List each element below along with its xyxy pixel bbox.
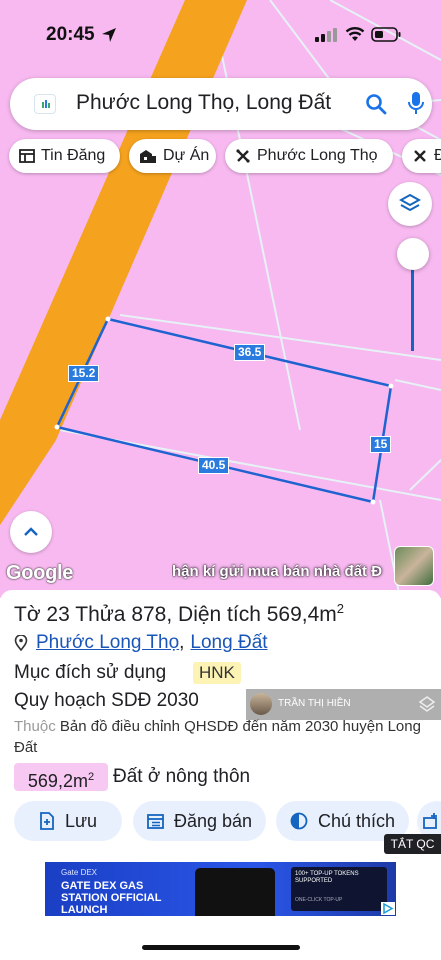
home-indicator: [142, 945, 300, 950]
thumbnail-photo[interactable]: [394, 546, 434, 586]
area-type-label: Đất ở nông thôn: [113, 766, 251, 787]
listing-icon: [19, 149, 35, 163]
add-note-icon: [40, 812, 54, 830]
commune-link[interactable]: Phước Long Thọ: [36, 632, 179, 654]
search-bar[interactable]: Phước Long Thọ, Long Đất: [10, 78, 432, 130]
search-icon[interactable]: [364, 92, 388, 116]
dimension-top-label: 36.5: [234, 344, 266, 361]
buildings-icon: [140, 150, 156, 163]
location-arrow-icon: [102, 28, 116, 42]
save-button[interactable]: Lưu: [14, 801, 122, 841]
close-x-icon[interactable]: [235, 148, 251, 164]
plan-source-text: Thuộc Bản đồ điều chỉnh QHSDĐ đến năm 20…: [14, 718, 421, 756]
map-view[interactable]: 36.5 15.2 15 40.5 20:45 Phước Long Thọ, …: [0, 0, 441, 598]
chip-partial[interactable]: Đ: [402, 139, 441, 173]
ad-phone-image: [195, 868, 275, 916]
area-value-badge: 569,2m2: [14, 763, 108, 791]
map-ticker-text: hận kí gửi mua bán nhà đất Đ: [172, 563, 383, 580]
chip-tin-dang[interactable]: Tin Đăng: [9, 139, 120, 173]
post-sale-button[interactable]: Đăng bán: [133, 801, 266, 841]
chip-label: Dự Án: [163, 147, 210, 164]
google-logo: Google: [6, 562, 74, 584]
post-sale-button-label: Đăng bán: [173, 810, 253, 831]
close-x-icon[interactable]: [412, 148, 428, 164]
search-query-text[interactable]: Phước Long Thọ, Long Đất: [76, 91, 358, 115]
ad-banner[interactable]: Gate DEX GATE DEX GAS STATION OFFICIAL L…: [45, 862, 396, 916]
cell-signal-icon: [315, 28, 337, 42]
dimension-bottom-label: 40.5: [198, 457, 230, 474]
ad-headline: GATE DEX GAS STATION OFFICIAL LAUNCH: [61, 880, 162, 916]
microphone-icon[interactable]: [407, 91, 425, 117]
status-time: 20:45: [46, 24, 95, 45]
app-logo-icon: [34, 94, 56, 114]
plan-label: Quy hoạch SDĐ 2030: [14, 690, 199, 711]
layers-icon: [399, 193, 421, 212]
layers-button[interactable]: [388, 182, 432, 226]
district-link[interactable]: Long Đất: [190, 632, 267, 654]
chip-label: Tin Đăng: [41, 147, 106, 164]
opacity-slider-handle[interactable]: [397, 238, 429, 270]
ad-brand: Gate DEX: [61, 868, 98, 877]
overlay-user-name: TRẦN THỊ HIỀN: [278, 698, 351, 709]
floating-user-overlay[interactable]: TRẦN THỊ HIỀN: [246, 689, 441, 720]
dimension-left-label: 15.2: [68, 365, 100, 382]
location-pin-icon: [14, 635, 28, 651]
chevron-up-icon: [24, 527, 38, 536]
legend-button-label: Chú thích: [317, 810, 396, 831]
adchoices-icon[interactable]: [381, 902, 395, 915]
chip-du-an[interactable]: Dự Án: [129, 139, 216, 173]
chip-label: Phước Long Thọ: [257, 147, 378, 164]
parcel-location: Phước Long Thọ, Long Đất: [14, 632, 268, 654]
land-use-label: Mục đích sử dụng: [14, 662, 167, 683]
parcel-title: Tờ 23 Thửa 878, Diện tích 569,4m2: [14, 601, 345, 626]
ad-card: 100+ TOP-UP TOKENS SUPPORTED ONE-CLICK T…: [291, 867, 387, 911]
chip-phuoc-long-tho[interactable]: Phước Long Thọ: [225, 139, 393, 173]
ad-card-subtext: ONE-CLICK TOP-UP: [295, 897, 343, 903]
contrast-icon: [290, 812, 308, 830]
chip-label: Đ: [434, 147, 441, 164]
layers-icon: [418, 696, 436, 712]
save-button-label: Lưu: [64, 810, 98, 831]
wifi-icon: [345, 27, 365, 41]
dimension-right-label: 15: [370, 436, 392, 453]
battery-icon: [371, 27, 401, 42]
avatar: [250, 693, 272, 715]
expand-up-button[interactable]: [10, 511, 52, 553]
share-icon: [423, 813, 437, 829]
land-use-code-badge: HNK: [193, 662, 241, 684]
status-bar: 20:45: [0, 0, 441, 60]
ad-card-text: 100+ TOP-UP TOKENS SUPPORTED: [295, 871, 359, 884]
close-ad-button[interactable]: TẮT QC: [384, 834, 441, 854]
listing-icon: [147, 813, 164, 829]
